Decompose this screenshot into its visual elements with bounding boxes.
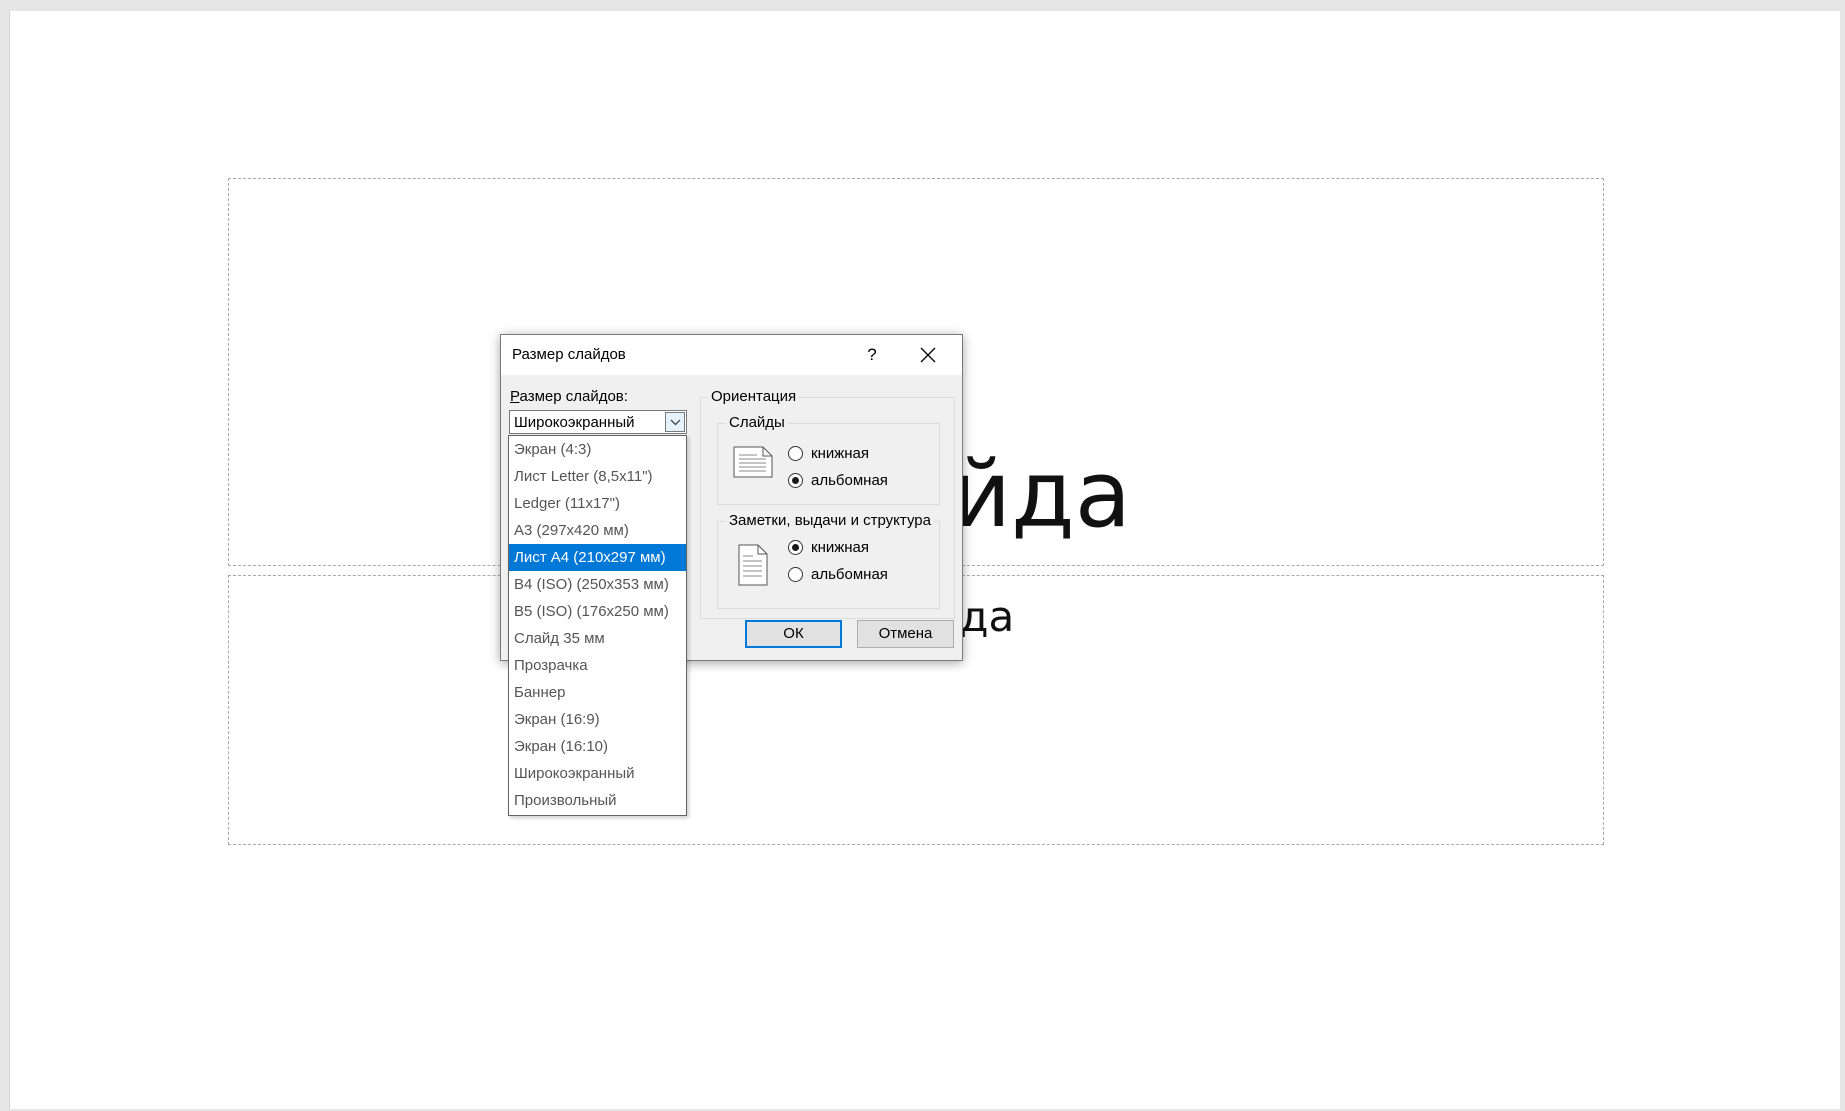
cancel-button[interactable]: Отмена [857,620,954,648]
notes-landscape-label: альбомная [811,565,888,583]
slides-landscape-option[interactable]: альбомная [788,470,888,490]
dropdown-item[interactable]: B5 (ISO) (176x250 мм) [509,598,686,625]
slides-portrait-label: книжная [811,444,870,462]
notes-portrait-radio[interactable] [788,539,803,555]
close-button[interactable] [909,341,947,369]
slide-size-dropdown-list: Экран (4:3) Лист Letter (8,5x11") Ledger… [508,435,687,816]
notes-portrait-label: книжная [811,538,870,556]
dropdown-item[interactable]: B4 (ISO) (250x353 мм) [509,571,686,598]
orientation-label: Ориентация [708,388,800,405]
slides-landscape-label: альбомная [811,471,888,489]
dialog-titlebar[interactable]: Размер слайдов ? [501,335,962,375]
slides-orientation-group: Слайды книжная альбомная [717,414,940,505]
close-icon [920,347,936,363]
slide-size-label: Размер слайдов: [510,388,628,405]
dropdown-item[interactable]: Широкоэкранный [509,760,686,787]
help-button[interactable]: ? [857,341,887,369]
notes-orientation-group: Заметки, выдачи и структура книжная альб… [717,512,940,609]
ok-button[interactable]: ОК [745,620,842,648]
slides-portrait-radio[interactable] [788,445,803,461]
landscape-page-icon [733,446,773,478]
dropdown-item[interactable]: Экран (16:9) [509,706,686,733]
slides-portrait-option[interactable]: книжная [788,443,869,463]
notes-portrait-option[interactable]: книжная [788,537,869,557]
dropdown-button[interactable] [665,412,685,432]
dropdown-item[interactable]: Ledger (11x17") [509,490,686,517]
notes-landscape-radio[interactable] [788,566,803,582]
notes-landscape-option[interactable]: альбомная [788,564,888,584]
dropdown-item[interactable]: Слайд 35 мм [509,625,686,652]
slides-landscape-radio[interactable] [788,472,803,488]
dropdown-item[interactable]: Экран (4:3) [509,436,686,463]
dropdown-item[interactable]: A3 (297x420 мм) [509,517,686,544]
dropdown-item[interactable]: Прозрачка [509,652,686,679]
dropdown-item[interactable]: Экран (16:10) [509,733,686,760]
slide-size-label-rest: азмер слайдов: [519,388,628,405]
dropdown-item[interactable]: Баннер [509,679,686,706]
chevron-down-icon [670,419,681,426]
portrait-page-icon [738,544,768,586]
slide-size-select-value: Широкоэкранный [514,414,635,431]
dropdown-item[interactable]: Лист A4 (210x297 мм) [509,544,686,571]
dropdown-item[interactable]: Лист Letter (8,5x11") [509,463,686,490]
slide-size-select[interactable]: Широкоэкранный [509,410,687,434]
slide-size-label-accesskey: Р [510,388,520,405]
notes-orientation-label: Заметки, выдачи и структура [726,512,934,529]
dialog-title: Размер слайдов [512,346,626,363]
dropdown-item[interactable]: Произвольный [509,787,686,814]
slides-orientation-label: Слайды [726,414,788,431]
